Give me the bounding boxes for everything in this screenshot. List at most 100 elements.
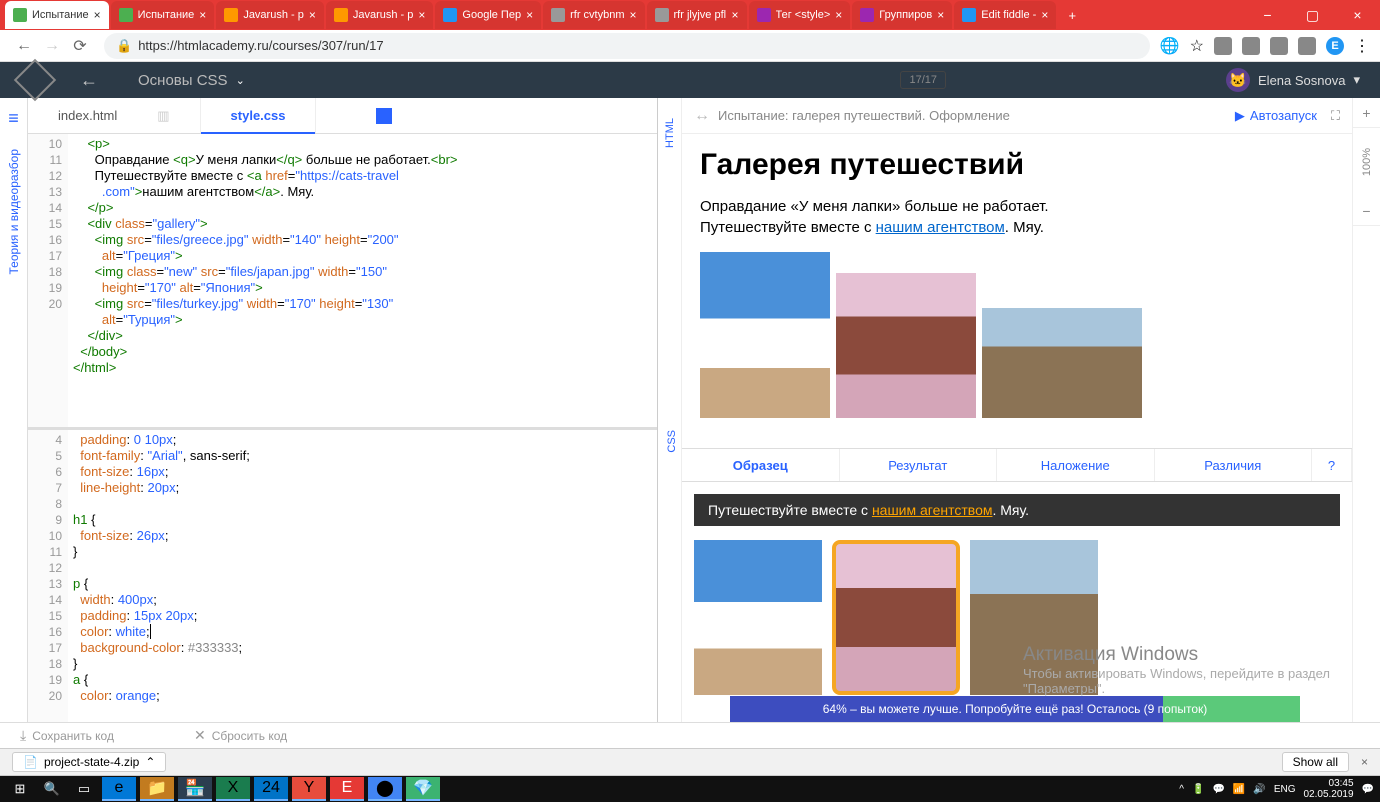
browser-tab[interactable]: Javarush - p× [326,1,434,29]
close-icon[interactable]: × [630,8,637,22]
close-icon[interactable]: × [1041,8,1048,22]
close-icon[interactable]: × [937,8,944,22]
back-button[interactable]: ← [10,32,38,60]
chevron-down-icon[interactable]: ⌄ [236,74,245,87]
taskbar-app[interactable]: ⬤ [368,777,402,801]
tab-label: Испытание [138,9,195,21]
taskbar-app[interactable]: X [216,777,250,801]
autorun-toggle[interactable]: ▶ Автозапуск [1235,108,1317,124]
close-window-button[interactable]: × [1335,1,1380,29]
sample-link[interactable]: нашим агентством [872,502,993,518]
tab-sample[interactable]: Образец [682,449,840,481]
preview-link[interactable]: нашим агентством [876,219,1005,236]
translate-icon[interactable]: 🌐 [1160,36,1180,56]
browser-tab[interactable]: Edit fiddle -× [954,1,1056,29]
tray-icon[interactable]: 📶 [1233,784,1245,795]
save-code-button[interactable]: ⤓Сохранить код [20,727,114,744]
zoom-out-button[interactable]: − [1353,196,1380,226]
close-icon[interactable]: × [94,8,101,22]
reload-button[interactable]: ⟳ [66,32,94,60]
panel-icon[interactable] [376,108,392,124]
reset-code-button[interactable]: ✕Сбросить код [194,727,287,744]
menu-icon[interactable]: ≡ [8,108,19,129]
taskbar-app[interactable]: 24 [254,777,288,801]
close-icon[interactable]: × [835,8,842,22]
reset-icon: ✕ [194,727,206,744]
extension-icon[interactable] [1298,37,1316,55]
browser-tab[interactable]: Испытание × [111,1,215,29]
show-all-downloads[interactable]: Show all [1282,752,1349,772]
task-view-icon[interactable]: ▭ [70,778,98,800]
sample-image-japan [832,540,960,695]
taskbar-app[interactable]: e [102,777,136,801]
notification-icon[interactable]: 💬 [1362,784,1374,795]
code-editor-css[interactable]: 4567891011121314151617181920 padding: 0 … [28,430,657,723]
code-content[interactable]: <p> Оправдание <q>У меня лапки</q> больш… [68,134,657,427]
close-icon[interactable]: × [732,8,739,22]
close-downloads-icon[interactable]: × [1361,755,1368,769]
url-input[interactable]: 🔒 https://htmlacademy.ru/courses/307/run… [104,33,1150,59]
activation-line: "Параметры". [1023,681,1330,696]
favicon-icon [13,8,27,22]
close-icon[interactable]: × [418,8,425,22]
app-header: ← Основы CSS ⌄ 17/17 🐱 Elena Sosnova ▾ [0,62,1380,98]
sidebar-label[interactable]: Теория и видеоразбор [7,149,21,274]
tray-icon[interactable]: 🔊 [1253,784,1265,795]
browser-tab[interactable]: Испытание× [5,1,109,29]
browser-tab[interactable]: Javarush - p× [216,1,324,29]
new-tab-button[interactable]: + [1058,4,1086,26]
nav-prev-button[interactable]: ← [80,70,98,91]
tray-clock[interactable]: 03:45 02.05.2019 [1303,778,1353,800]
file-tab-style[interactable]: style.css [201,98,317,133]
chevron-up-icon[interactable]: ⌃ [145,755,155,769]
browser-tab[interactable]: Тег <style>× [749,1,851,29]
tray-chevron-icon[interactable]: ^ [1179,784,1184,795]
editor-footer: ⤓Сохранить код ✕Сбросить код [0,722,1380,748]
browser-tab[interactable]: rfr jlyjve pfl× [647,1,747,29]
taskbar-app[interactable]: 🏪 [178,777,212,801]
taskbar-app[interactable]: 💎 [406,777,440,801]
split-icon[interactable]: ▥ [157,108,169,124]
close-icon[interactable]: × [526,8,533,22]
star-icon[interactable]: ☆ [1190,36,1204,56]
forward-button[interactable]: → [38,32,66,60]
browser-tab[interactable]: Группиров× [852,1,952,29]
maximize-button[interactable]: ▢ [1290,1,1335,29]
expand-icon[interactable]: ⛶ [1331,108,1340,124]
file-tab-index[interactable]: index.html▥ [28,98,201,133]
taskbar-app[interactable]: Y [292,777,326,801]
tab-diff[interactable]: Различия [1155,449,1313,481]
extension-icon[interactable] [1242,37,1260,55]
taskbar-app[interactable]: 📁 [140,777,174,801]
app-logo-icon[interactable] [14,59,56,101]
tab-result[interactable]: Результат [840,449,998,481]
favicon-icon [551,8,565,22]
tray-lang[interactable]: ENG [1274,784,1296,795]
avatar-icon: 🐱 [1226,68,1250,92]
step-counter: 17/17 [900,71,946,89]
extension-icon[interactable] [1214,37,1232,55]
code-content[interactable]: padding: 0 10px; font-family: "Arial", s… [68,430,657,723]
activation-title: Активация Windows [1023,644,1330,666]
tray-icon[interactable]: 💬 [1212,784,1224,795]
browser-tab[interactable]: Google Пер× [435,1,541,29]
resize-icon[interactable]: ↔ [694,107,710,125]
course-title[interactable]: Основы CSS [138,72,228,89]
close-icon[interactable]: × [199,8,206,22]
tray-icon[interactable]: 🔋 [1192,784,1204,795]
zoom-in-button[interactable]: + [1353,98,1380,128]
download-chip[interactable]: 📄 project-state-4.zip ⌃ [12,752,166,772]
taskbar-app[interactable]: E [330,777,364,801]
code-editor-html[interactable]: 1011121314151617181920 <p> Оправдание <q… [28,134,657,427]
menu-icon[interactable]: ⋮ [1354,36,1370,56]
tab-help[interactable]: ? [1312,449,1352,481]
browser-tab[interactable]: rfr cvtybnm× [543,1,644,29]
minimize-button[interactable]: − [1245,1,1290,29]
profile-icon[interactable]: E [1326,37,1344,55]
user-menu[interactable]: 🐱 Elena Sosnova ▾ [1226,68,1360,92]
extension-icon[interactable] [1270,37,1288,55]
tab-overlay[interactable]: Наложение [997,449,1155,481]
start-button[interactable]: ⊞ [6,778,34,800]
search-icon[interactable]: 🔍 [38,778,66,800]
close-icon[interactable]: × [309,8,316,22]
